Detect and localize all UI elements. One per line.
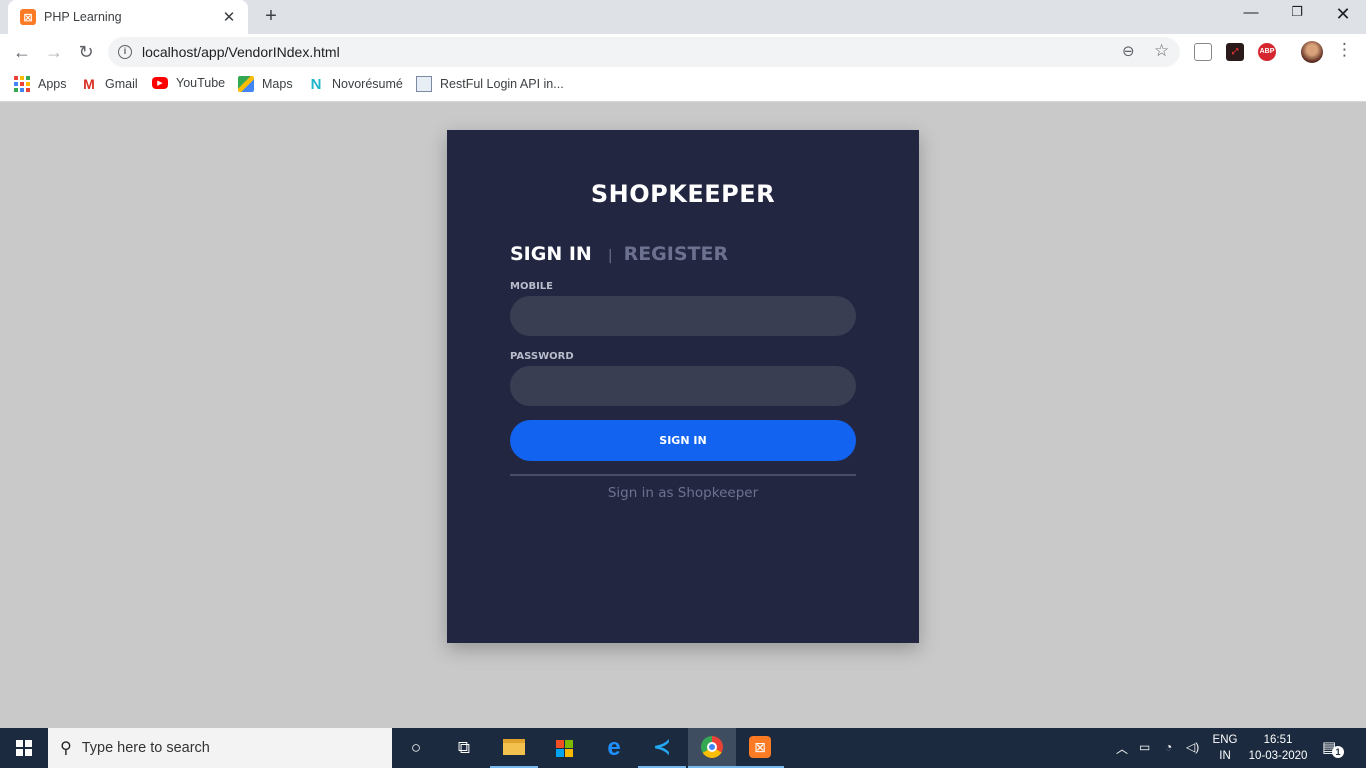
chrome-icon[interactable]: [688, 728, 736, 768]
auth-tabs: SIGN IN | REGISTER: [510, 243, 728, 265]
bookmark-label: Gmail: [105, 77, 138, 91]
bookmark-novoresume[interactable]: N Novorésumé: [308, 75, 403, 93]
maps-icon: [238, 76, 254, 92]
notification-count: 1: [1332, 746, 1344, 758]
file-explorer-icon[interactable]: [490, 728, 538, 768]
xampp-taskbar-icon[interactable]: ⊠: [736, 728, 784, 768]
tab-separator: |: [607, 248, 613, 264]
url-text[interactable]: localhost/app/VendorINdex.html: [142, 44, 340, 60]
reload-icon[interactable]: ↻: [74, 40, 98, 64]
gmail-icon: M: [83, 76, 95, 92]
clock-date: 10-03-2020: [1248, 750, 1308, 762]
novoresume-icon: N: [310, 75, 322, 93]
tray-chevron-icon[interactable]: ︿: [1116, 740, 1128, 757]
maximize-button[interactable]: ❐: [1274, 4, 1320, 26]
address-bar[interactable]: i localhost/app/VendorINdex.html ⊖ ☆: [108, 37, 1180, 67]
minimize-button[interactable]: —: [1228, 4, 1274, 26]
mobile-input[interactable]: [510, 296, 856, 336]
xampp-icon: ⊠: [20, 9, 36, 25]
mobile-label: MOBILE: [510, 281, 553, 292]
divider: [510, 474, 856, 476]
taskbar: ⚲ Type here to search ○ ⧉ e ≺ ⊠ ︿ ▭ ◔ ◁)…: [0, 728, 1366, 768]
task-view-icon[interactable]: ⧉: [440, 728, 488, 768]
forward-arrow-icon[interactable]: →: [42, 40, 66, 64]
brand-title: SHOPKEEPER: [590, 180, 776, 208]
notification-icon[interactable]: ▤ 1: [1322, 738, 1344, 758]
bookmark-label: Novorésumé: [332, 77, 403, 91]
cortana-icon[interactable]: ○: [392, 728, 440, 768]
tab-strip: ⊠ PHP Learning ✕ + — ❐ ✕: [0, 0, 1366, 34]
sign-in-as-shopkeeper-link[interactable]: Sign in as Shopkeeper: [447, 485, 919, 501]
back-arrow-icon[interactable]: ←: [10, 40, 34, 64]
page-icon: [416, 76, 432, 92]
bookmark-restful[interactable]: RestFul Login API in...: [416, 76, 564, 92]
close-tab-icon[interactable]: ✕: [220, 8, 238, 26]
bookmark-label: Apps: [38, 77, 67, 91]
apps-grid-icon: [14, 76, 30, 92]
bookmark-gmail[interactable]: M Gmail: [81, 76, 138, 92]
tab-title: PHP Learning: [44, 10, 122, 24]
clock[interactable]: 16:51 10-03-2020: [1244, 732, 1312, 764]
browser-toolbar: ← → ↻ i localhost/app/VendorINdex.html ⊖…: [0, 34, 1366, 70]
info-icon[interactable]: i: [118, 45, 132, 59]
bookmark-star-icon[interactable]: ☆: [1154, 41, 1169, 61]
login-card: SHOPKEEPER SIGN IN | REGISTER MOBILE PAS…: [447, 130, 919, 643]
sign-in-button[interactable]: SIGN IN: [510, 420, 856, 461]
close-window-button[interactable]: ✕: [1320, 4, 1366, 26]
browser-tab[interactable]: ⊠ PHP Learning ✕: [8, 0, 248, 34]
volume-icon[interactable]: ◁): [1186, 740, 1199, 754]
start-button[interactable]: [0, 728, 48, 768]
tab-sign-in[interactable]: SIGN IN: [510, 243, 592, 265]
wifi-icon[interactable]: ◔: [1165, 740, 1172, 754]
password-label: PASSWORD: [510, 351, 574, 362]
zoom-icon[interactable]: ⊖: [1122, 42, 1135, 60]
bookmark-maps[interactable]: Maps: [238, 76, 293, 92]
bookmark-label: YouTube: [176, 76, 226, 90]
lang-code: ENG: [1212, 734, 1238, 746]
pdf-extension-icon[interactable]: ⤢: [1226, 43, 1244, 61]
bookmark-apps[interactable]: Apps: [14, 76, 67, 92]
battery-icon[interactable]: ▭: [1139, 740, 1150, 754]
tab-register[interactable]: REGISTER: [624, 243, 729, 265]
bookmarks-bar: Apps M Gmail ▶ YouTube Maps N Novorésumé…: [0, 70, 1366, 102]
password-input[interactable]: [510, 366, 856, 406]
bookmark-label: Maps: [262, 77, 293, 91]
clock-time: 16:51: [1263, 734, 1293, 746]
search-icon: ⚲: [60, 740, 72, 757]
profile-avatar[interactable]: [1301, 41, 1323, 63]
bookmark-youtube[interactable]: ▶ YouTube: [152, 76, 225, 90]
taskbar-search[interactable]: ⚲ Type here to search: [48, 728, 392, 768]
vscode-icon[interactable]: ≺: [638, 728, 686, 768]
search-placeholder: Type here to search: [81, 740, 210, 756]
windows-icon: [16, 740, 32, 756]
adblock-extension-icon[interactable]: ABP: [1258, 43, 1276, 61]
bookmark-label: RestFul Login API in...: [440, 77, 564, 91]
menu-kebab-icon[interactable]: ⋮: [1336, 40, 1353, 60]
edge-icon[interactable]: e: [590, 728, 638, 768]
copy-extension-icon[interactable]: [1194, 43, 1212, 61]
language-indicator[interactable]: ENG IN: [1212, 732, 1238, 764]
store-icon[interactable]: [540, 728, 588, 768]
new-tab-button[interactable]: +: [260, 5, 282, 28]
lang-region: IN: [1219, 750, 1231, 762]
youtube-icon: ▶: [152, 77, 168, 89]
